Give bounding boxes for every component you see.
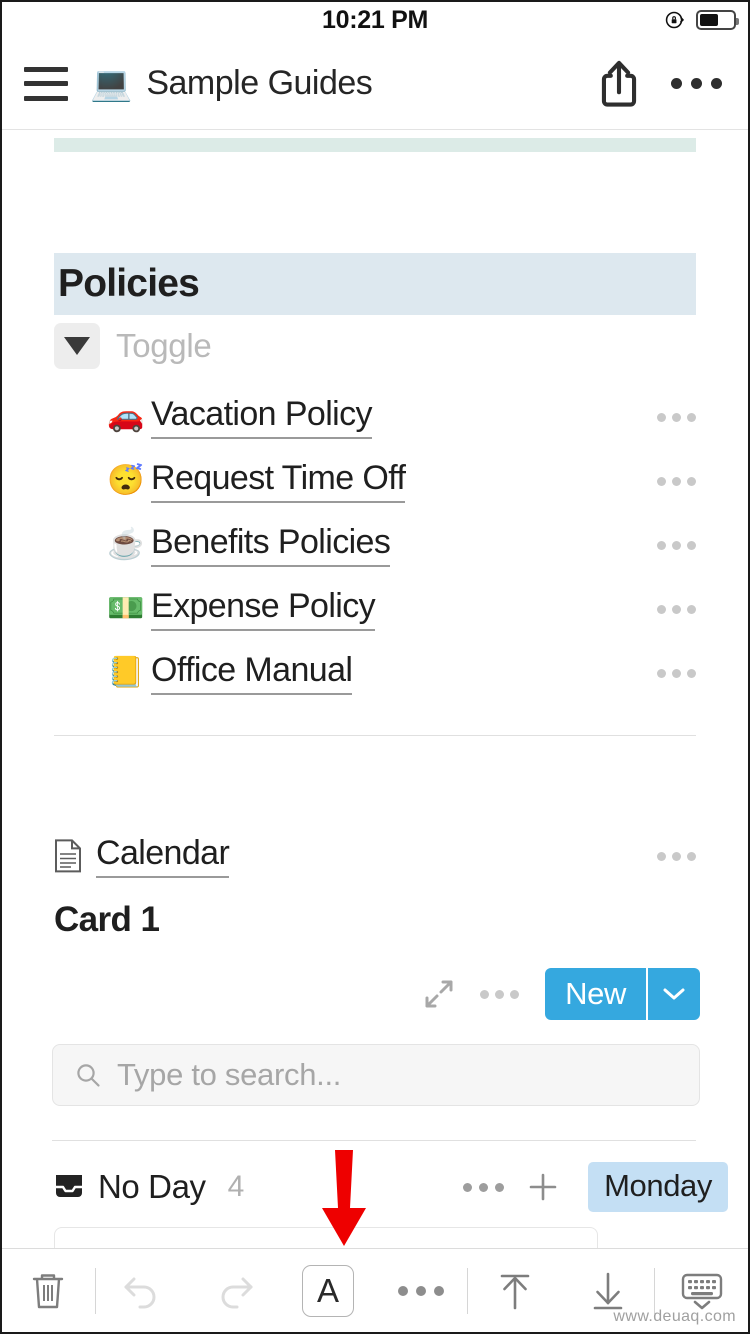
delete-button[interactable]	[2, 1249, 95, 1332]
search-placeholder-text: Type to search...	[117, 1057, 342, 1092]
status-bar: 10:21 PM	[2, 2, 748, 38]
list-divider	[52, 1140, 696, 1141]
card-more-options-icon[interactable]	[480, 989, 520, 999]
calendar-link-label[interactable]: Calendar	[96, 834, 230, 878]
toggle-block[interactable]: Toggle	[54, 321, 748, 371]
policy-link-label[interactable]: Benefits Policies	[151, 523, 391, 567]
list-item[interactable]: 😴 Request Time Off	[2, 449, 748, 513]
inbox-icon	[56, 1175, 82, 1197]
card-placeholder	[54, 1227, 598, 1248]
day-group-more-options-icon[interactable]	[463, 1182, 505, 1192]
page-emoji-icon: 💻	[90, 64, 133, 103]
more-options-icon[interactable]	[657, 412, 696, 422]
clipped-callout-block	[54, 138, 696, 152]
card-toolbar: New	[54, 968, 700, 1020]
plus-icon[interactable]	[526, 1170, 560, 1204]
policies-heading-block[interactable]: Policies	[54, 253, 696, 315]
policy-emoji-icon: 💵	[107, 592, 145, 625]
redo-arrow-icon	[221, 1277, 253, 1308]
status-bar-time: 10:21 PM	[322, 5, 428, 34]
list-item[interactable]: 🚗 Vacation Policy	[2, 385, 748, 449]
policy-link-list: 🚗 Vacation Policy 😴 Request Time Off ☕ B…	[2, 385, 748, 705]
list-item[interactable]: 💵 Expense Policy	[2, 577, 748, 641]
more-options-icon[interactable]	[657, 540, 696, 550]
trash-icon	[33, 1273, 64, 1308]
watermark: www.deuaq.com	[613, 1308, 736, 1325]
more-options-icon[interactable]	[657, 851, 696, 861]
redo-button[interactable]	[189, 1249, 282, 1332]
policy-emoji-icon: ☕	[107, 528, 145, 561]
card-title: Card 1	[54, 900, 160, 939]
more-options-icon[interactable]	[657, 604, 696, 614]
status-bar-indicators	[664, 2, 739, 38]
share-icon[interactable]	[597, 58, 641, 110]
triangle-down-icon[interactable]	[54, 323, 100, 369]
list-item[interactable]: ☕ Benefits Policies	[2, 513, 748, 577]
policy-link-label[interactable]: Office Manual	[151, 651, 353, 695]
toggle-placeholder-text: Toggle	[116, 327, 212, 364]
more-options-icon[interactable]	[657, 476, 696, 486]
undo-button[interactable]	[96, 1249, 189, 1332]
policy-link-label[interactable]: Request Time Off	[151, 459, 406, 503]
move-to-top-button[interactable]	[468, 1249, 561, 1332]
more-actions-button[interactable]	[375, 1249, 468, 1332]
search-icon	[77, 1064, 100, 1087]
arrow-down-to-line-icon	[593, 1272, 622, 1309]
hamburger-menu-icon[interactable]	[24, 66, 68, 101]
search-input[interactable]: Type to search...	[52, 1044, 700, 1106]
letter-a-icon: A	[302, 1264, 355, 1317]
calendar-link-row[interactable]: Calendar	[54, 834, 696, 878]
header-more-options-icon[interactable]	[671, 78, 722, 89]
section-divider	[54, 735, 696, 736]
arrow-up-to-line-icon	[500, 1274, 530, 1309]
policy-emoji-icon: 😴	[107, 464, 145, 497]
policy-emoji-icon: 📒	[107, 656, 145, 689]
page-title: Sample Guides	[146, 64, 373, 102]
day-group-label: No Day	[98, 1168, 206, 1205]
undo-arrow-icon	[124, 1277, 156, 1308]
policy-emoji-icon: 🚗	[107, 400, 145, 433]
phone-screen: 10:21 PM 💻 Sample Guides Policies Toggle…	[0, 0, 750, 1334]
document-icon	[55, 839, 81, 873]
app-header: 💻 Sample Guides	[2, 38, 748, 130]
list-item[interactable]: 📒 Office Manual	[2, 641, 748, 705]
battery-icon	[696, 10, 739, 30]
day-group-count: 4	[227, 1170, 245, 1203]
day-badge[interactable]: Monday	[588, 1162, 728, 1212]
keyboard-hide-icon	[681, 1273, 722, 1309]
chevron-down-icon[interactable]	[646, 968, 700, 1020]
format-text-button[interactable]: A	[282, 1249, 375, 1332]
expand-diagonal-icon[interactable]	[424, 979, 454, 1009]
policies-heading-text: Policies	[58, 262, 200, 305]
page-content: Policies Toggle 🚗 Vacation Policy 😴 Requ…	[2, 130, 748, 1248]
policy-link-label[interactable]: Expense Policy	[151, 587, 376, 631]
rotation-lock-icon	[665, 11, 684, 29]
new-button[interactable]: New	[545, 968, 646, 1020]
day-group-row: No Day 4 Monday	[54, 1162, 728, 1212]
more-options-icon[interactable]	[657, 668, 696, 678]
policy-link-label[interactable]: Vacation Policy	[151, 395, 373, 439]
new-button-group: New	[545, 968, 700, 1020]
more-options-icon	[397, 1285, 444, 1296]
